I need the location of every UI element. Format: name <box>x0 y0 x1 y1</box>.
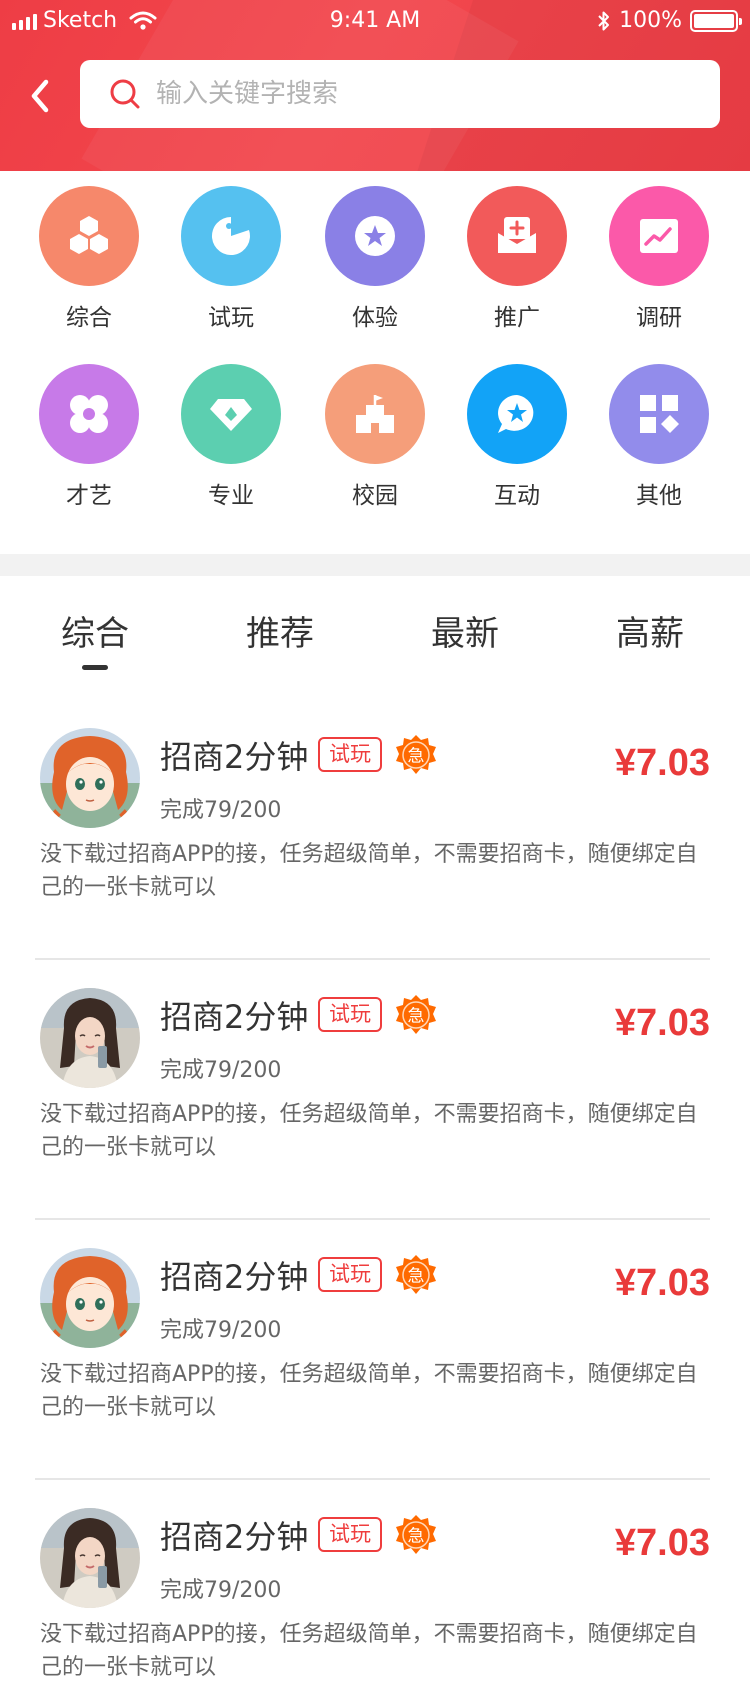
cubes-icon <box>70 216 108 254</box>
category-talent[interactable]: 才艺 <box>24 364 154 510</box>
diamond-icon <box>210 399 252 431</box>
category-label: 调研 <box>636 305 682 331</box>
category-interaction[interactable]: 互动 <box>452 364 582 510</box>
category-label: 才艺 <box>66 483 112 509</box>
task-progress: 完成79/200 <box>160 1578 282 1603</box>
status-bar: Sketch 9:41 AM 100% <box>0 0 750 40</box>
flower-icon <box>70 395 108 433</box>
avatar <box>40 1248 140 1348</box>
search-box[interactable] <box>80 60 720 128</box>
search-input[interactable] <box>156 79 676 109</box>
task-price: ¥7.03 <box>614 1262 710 1304</box>
avatar <box>40 988 140 1088</box>
battery-icon <box>690 9 742 32</box>
back-arrow-icon[interactable] <box>26 74 56 118</box>
category-survey[interactable]: 调研 <box>594 186 724 332</box>
task-item[interactable]: 招商2分钟 试玩 急 完成79/200 ¥7.03 没下载过招商APP的接，任务… <box>35 960 710 1220</box>
task-description: 没下载过招商APP的接，任务超级简单，不需要招商卡，随便绑定自己的一张卡就可以 <box>40 1102 698 1160</box>
task-type-tag: 试玩 <box>318 1257 382 1292</box>
task-progress: 完成79/200 <box>160 798 282 823</box>
task-item[interactable]: 招商2分钟 试玩 急 完成79/200 ¥7.03 没下载过招商APP的接，任务… <box>35 1480 710 1708</box>
chart-card-icon <box>640 219 678 253</box>
header: Sketch 9:41 AM 100% <box>0 0 750 171</box>
category-comprehensive[interactable]: 综合 <box>24 186 154 332</box>
pacman-icon <box>211 216 250 255</box>
task-price: ¥7.03 <box>614 742 710 784</box>
task-title: 招商2分钟 <box>160 998 309 1036</box>
section-divider <box>0 554 750 576</box>
task-price: ¥7.03 <box>614 1522 710 1564</box>
urgent-badge-icon: 急 <box>396 1255 436 1294</box>
category-trial[interactable]: 试玩 <box>166 186 296 332</box>
category-label: 试玩 <box>208 305 254 331</box>
category-experience[interactable]: 体验 <box>310 186 440 332</box>
bluetooth-icon <box>598 11 610 30</box>
category-promotion[interactable]: 推广 <box>452 186 582 332</box>
category-label: 校园 <box>352 483 398 509</box>
task-title: 招商2分钟 <box>160 1258 309 1296</box>
svg-text:急: 急 <box>408 1267 425 1287</box>
task-item[interactable]: 招商2分钟 试玩 急 完成79/200 ¥7.03 没下载过招商APP的接，任务… <box>35 1220 710 1480</box>
category-label: 专业 <box>208 483 254 509</box>
tab-recommended[interactable]: 推荐 <box>210 606 350 655</box>
svg-text:急: 急 <box>408 1527 425 1547</box>
urgent-badge-icon: 急 <box>396 995 436 1034</box>
task-title: 招商2分钟 <box>160 738 309 776</box>
tab-active-indicator <box>82 665 108 670</box>
category-campus[interactable]: 校园 <box>310 364 440 510</box>
search-icon <box>110 79 140 109</box>
task-title: 招商2分钟 <box>160 1518 309 1556</box>
school-flag-icon <box>356 395 394 433</box>
task-progress: 完成79/200 <box>160 1058 282 1083</box>
task-item[interactable]: 招商2分钟 试玩 急 完成79/200 ¥7.03 没下载过招商APP的接，任务… <box>35 700 710 960</box>
task-type-tag: 试玩 <box>318 737 382 772</box>
task-type-tag: 试玩 <box>318 1517 382 1552</box>
task-progress: 完成79/200 <box>160 1318 282 1343</box>
svg-text:急: 急 <box>408 1007 425 1027</box>
task-description: 没下载过招商APP的接，任务超级简单，不需要招商卡，随便绑定自己的一张卡就可以 <box>40 842 698 900</box>
chat-star-icon <box>498 395 534 433</box>
battery-percent: 100% <box>619 8 682 33</box>
category-label: 综合 <box>66 305 112 331</box>
task-type-tag: 试玩 <box>318 997 382 1032</box>
avatar <box>40 1508 140 1608</box>
tab-comprehensive[interactable]: 综合 <box>25 606 165 670</box>
urgent-badge-icon: 急 <box>396 1515 436 1554</box>
urgent-badge-icon: 急 <box>396 735 436 774</box>
svg-text:急: 急 <box>408 747 425 767</box>
category-grid: 综合 试玩 体验 推广 调研 才艺 专业 校园 互动 其他 <box>0 171 750 554</box>
task-description: 没下载过招商APP的接，任务超级简单，不需要招商卡，随便绑定自己的一张卡就可以 <box>40 1622 698 1680</box>
task-description: 没下载过招商APP的接，任务超级简单，不需要招商卡，随便绑定自己的一张卡就可以 <box>40 1362 698 1420</box>
tab-bar: 综合 推荐 最新 高薪 <box>0 576 750 676</box>
avatar <box>40 728 140 828</box>
category-label: 其他 <box>636 483 682 509</box>
tab-latest[interactable]: 最新 <box>395 606 535 655</box>
category-other[interactable]: 其他 <box>594 364 724 510</box>
task-price: ¥7.03 <box>614 1002 710 1044</box>
star-badge-icon <box>355 216 395 256</box>
grid-apps-icon <box>640 395 679 433</box>
tab-high-pay[interactable]: 高薪 <box>580 606 720 655</box>
category-professional[interactable]: 专业 <box>166 364 296 510</box>
category-label: 互动 <box>494 483 540 509</box>
category-label: 体验 <box>352 305 398 331</box>
envelope-plus-icon <box>498 217 536 253</box>
category-label: 推广 <box>494 305 540 331</box>
